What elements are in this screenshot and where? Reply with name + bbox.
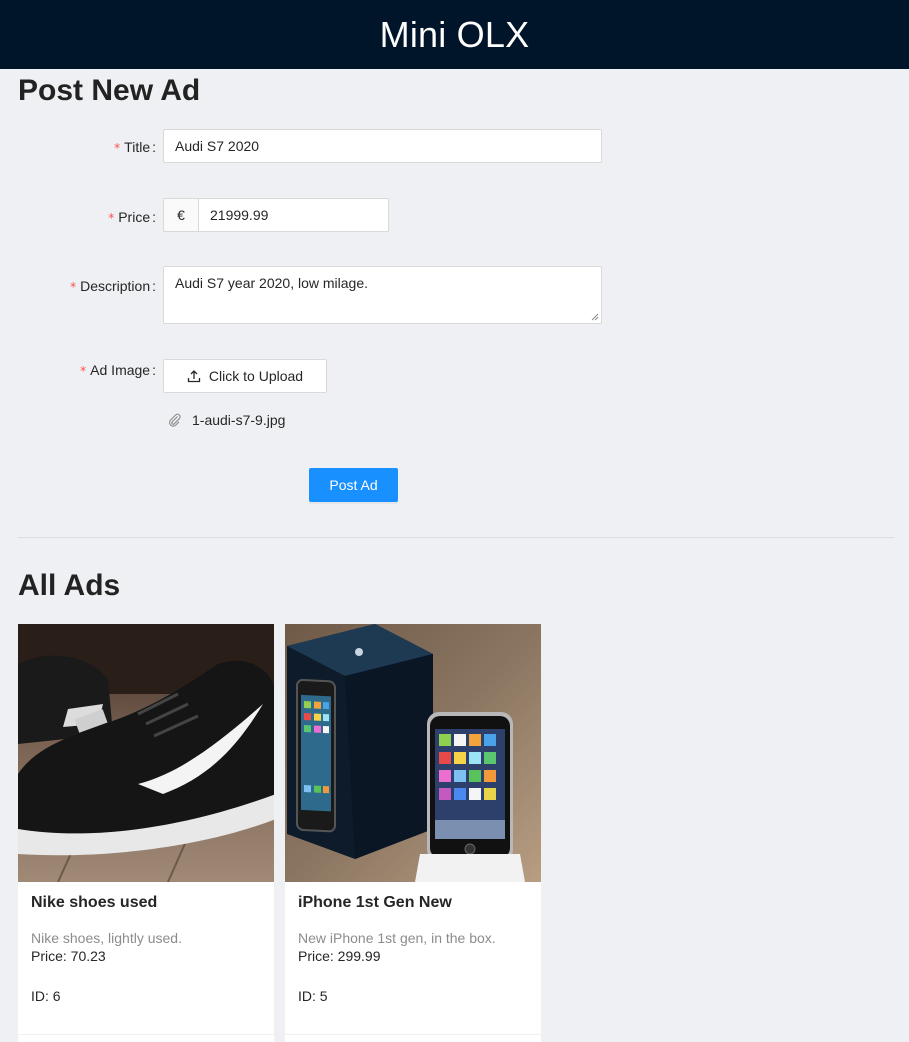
currency-addon: € bbox=[163, 198, 199, 232]
iphone-photo-icon bbox=[285, 624, 541, 882]
price-label: * Price: bbox=[108, 209, 156, 225]
description-label: * Description: bbox=[70, 278, 156, 294]
ad-card[interactable]: Nike shoes used Nike shoes, lightly used… bbox=[17, 623, 275, 1042]
ad-description: Nike shoes, lightly used. bbox=[31, 930, 182, 946]
ad-id: ID: 5 bbox=[298, 988, 328, 1004]
description-textarea[interactable]: Audi S7 year 2020, low milage. bbox=[163, 266, 602, 324]
post-ad-heading: Post New Ad bbox=[18, 74, 201, 107]
uploaded-file-item[interactable]: 1-audi-s7-9.jpg bbox=[168, 412, 285, 428]
title-label: * Title: bbox=[114, 139, 156, 155]
title-input[interactable]: Audi S7 2020 bbox=[163, 129, 602, 163]
section-divider bbox=[18, 537, 894, 538]
app-header: Mini OLX bbox=[0, 0, 909, 69]
ad-price: Price: 299.99 bbox=[298, 948, 381, 964]
ad-card[interactable]: iPhone 1st Gen New New iPhone 1st gen, i… bbox=[284, 623, 542, 1042]
ad-title: iPhone 1st Gen New bbox=[298, 894, 452, 911]
app-title: Mini OLX bbox=[379, 13, 530, 55]
required-mark: * bbox=[114, 141, 121, 155]
upload-button[interactable]: Click to Upload bbox=[163, 359, 327, 393]
price-input[interactable]: 21999.99 bbox=[198, 198, 389, 232]
ad-image bbox=[285, 624, 541, 882]
resize-handle-icon[interactable] bbox=[591, 313, 599, 321]
ad-price: Price: 70.23 bbox=[31, 948, 106, 964]
sneaker-photo-icon bbox=[18, 624, 274, 882]
card-actions bbox=[285, 1034, 541, 1042]
file-name: 1-audi-s7-9.jpg bbox=[192, 412, 286, 428]
ad-image bbox=[18, 624, 274, 882]
required-mark: * bbox=[80, 364, 87, 378]
all-ads-heading: All Ads bbox=[18, 569, 121, 602]
ad-id: ID: 6 bbox=[31, 988, 61, 1004]
ad-title: Nike shoes used bbox=[31, 894, 158, 911]
ad-image-label: * Ad Image: bbox=[80, 362, 156, 378]
ad-description: New iPhone 1st gen, in the box. bbox=[298, 930, 496, 946]
required-mark: * bbox=[70, 280, 77, 294]
paperclip-icon bbox=[169, 413, 181, 427]
required-mark: * bbox=[108, 211, 115, 225]
upload-icon bbox=[187, 370, 201, 383]
post-ad-button[interactable]: Post Ad bbox=[309, 468, 398, 502]
card-actions bbox=[18, 1034, 274, 1042]
